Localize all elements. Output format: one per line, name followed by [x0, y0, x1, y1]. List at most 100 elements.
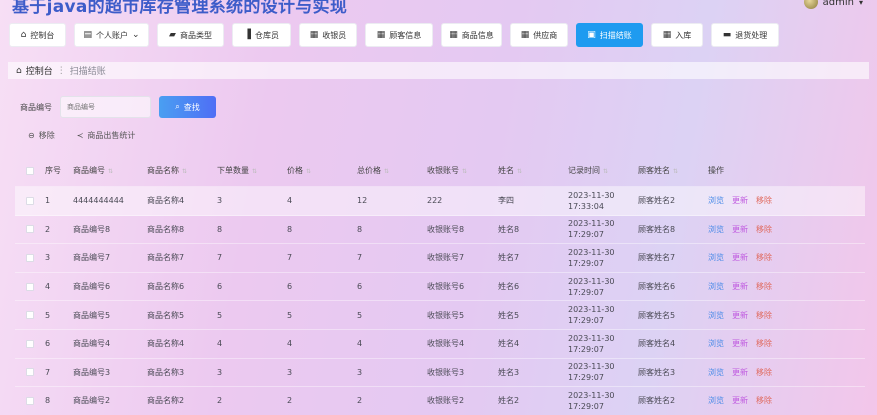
cell-name: 商品名称2	[147, 396, 185, 406]
cell-cust: 顾客姓名4	[638, 339, 676, 349]
update-button[interactable]: 更新	[732, 310, 748, 321]
header-acct[interactable]: 收银账号 ⇅	[427, 165, 498, 177]
row-checkbox[interactable]	[26, 339, 34, 348]
grid-icon: ▦	[309, 30, 319, 40]
delete-button[interactable]: 移除	[756, 195, 772, 206]
remove-button[interactable]: ⊖ 移除	[28, 130, 55, 141]
header-total[interactable]: 总价格 ⇅	[357, 165, 427, 177]
home-icon[interactable]: ⌂	[16, 66, 22, 76]
cell-no: 4	[45, 282, 51, 292]
delete-button[interactable]: 移除	[756, 281, 772, 292]
delete-button[interactable]: 移除	[756, 367, 772, 378]
update-button[interactable]: 更新	[732, 367, 748, 378]
row-checkbox[interactable]	[26, 253, 34, 262]
nav-product-type[interactable]: ▰ 商品类型	[157, 23, 224, 47]
cell-time: 2023-11-30 17:29:07	[568, 247, 615, 268]
search-input[interactable]	[60, 96, 151, 118]
cell-time: 2023-11-30 17:29:07	[568, 219, 615, 240]
view-button[interactable]: 浏览	[708, 367, 724, 378]
update-button[interactable]: 更新	[732, 252, 748, 263]
sort-icon: ⇅	[462, 167, 468, 175]
view-button[interactable]: 浏览	[708, 310, 724, 321]
nav-scan-checkout[interactable]: ▣ 扫描结账	[576, 23, 643, 47]
view-button[interactable]: 浏览	[708, 252, 724, 263]
update-button[interactable]: 更新	[732, 338, 748, 349]
nav-customer[interactable]: ▦ 顾客信息	[365, 23, 433, 47]
view-button[interactable]: 浏览	[708, 338, 724, 349]
cell-no: 5	[45, 310, 51, 320]
warehouse-icon: ▐	[244, 30, 251, 40]
nav-dashboard[interactable]: ⌂ 控制台	[9, 23, 66, 47]
cell-acct: 收银账号6	[427, 282, 465, 292]
row-checkbox[interactable]	[26, 196, 34, 205]
row-checkbox[interactable]	[26, 368, 34, 377]
nav-returns[interactable]: ▬ 退货处理	[711, 23, 779, 47]
nav-stock-in[interactable]: ▦ 入库	[651, 23, 703, 47]
home-icon: ⌂	[20, 30, 27, 40]
sort-icon: ⇅	[603, 167, 609, 175]
view-button[interactable]: 浏览	[708, 224, 724, 235]
user-menu[interactable]: admin ▾	[803, 0, 863, 9]
select-all-checkbox[interactable]	[26, 166, 34, 175]
table-row: 6 商品编号4 商品名称4 4 4 4 收银账号4 姓名4 2023-11-30 17:29:0…	[15, 330, 865, 359]
cell-time: 2023-11-30 17:33:04	[568, 190, 615, 211]
breadcrumb-current: 扫描结账	[69, 67, 106, 77]
cell-cust: 顾客姓名8	[638, 224, 676, 234]
row-checkbox[interactable]	[26, 396, 34, 405]
cell-uname: 姓名8	[498, 224, 520, 234]
header-price[interactable]: 价格 ⇅	[287, 165, 357, 177]
cell-uname: 姓名5	[498, 310, 520, 320]
user-name: admin	[822, 0, 854, 8]
cell-no: 3	[45, 253, 51, 263]
cell-cust: 顾客姓名7	[638, 253, 676, 263]
header-name[interactable]: 商品名称 ⇅	[147, 165, 217, 177]
nav-cashier[interactable]: ▦ 收银员	[299, 23, 357, 47]
nav-warehouse[interactable]: ▐ 仓库员	[232, 23, 291, 47]
breadcrumb-home[interactable]: 控制台	[26, 64, 53, 77]
header-qty[interactable]: 下单数量 ⇅	[217, 165, 287, 177]
cell-no: 8	[45, 396, 51, 406]
cell-total: 2	[357, 396, 363, 406]
delete-button[interactable]: 移除	[756, 338, 772, 349]
row-checkbox[interactable]	[26, 311, 34, 320]
nav-product-info[interactable]: ▦ 商品信息	[441, 23, 502, 47]
cell-no: 2	[45, 224, 51, 234]
delete-button[interactable]: 移除	[756, 252, 772, 263]
cell-code: 商品编号6	[73, 282, 111, 292]
grid-icon: ▦	[662, 30, 672, 40]
cell-code: 商品编号3	[73, 367, 111, 377]
row-checkbox[interactable]	[26, 282, 34, 291]
table-row: 5 商品编号5 商品名称5 5 5 5 收银账号5 姓名5 2023-11-30 17:29:0…	[15, 301, 865, 330]
cell-name: 商品名称8	[147, 224, 185, 234]
update-button[interactable]: 更新	[732, 395, 748, 406]
search-label: 商品编号	[20, 102, 52, 112]
view-button[interactable]: 浏览	[708, 281, 724, 292]
grid-icon: ▦	[449, 30, 458, 40]
cell-qty: 5	[217, 310, 223, 320]
view-button[interactable]: 浏览	[708, 195, 724, 206]
header-uname[interactable]: 姓名 ⇅	[498, 165, 568, 177]
nav-supplier[interactable]: ▦ 供应商	[510, 23, 568, 47]
cell-total: 8	[357, 224, 363, 234]
cell-total: 7	[357, 253, 363, 263]
delete-button[interactable]: 移除	[756, 224, 772, 235]
header-cust[interactable]: 顾客姓名 ⇅	[638, 165, 708, 177]
cell-acct: 222	[427, 196, 443, 206]
delete-button[interactable]: 移除	[756, 310, 772, 321]
header-time[interactable]: 记录时间 ⇅	[568, 165, 638, 177]
update-button[interactable]: 更新	[732, 195, 748, 206]
row-checkbox[interactable]	[26, 225, 34, 234]
cell-acct: 收银账号4	[427, 339, 465, 349]
share-icon: ≺	[76, 131, 84, 140]
header-code[interactable]: 商品编号 ⇅	[73, 165, 147, 177]
search-button[interactable]: ⌕ 查找	[159, 96, 216, 118]
update-button[interactable]: 更新	[732, 281, 748, 292]
sales-stats-button[interactable]: ≺ 商品出售统计	[77, 130, 136, 141]
update-button[interactable]: 更新	[732, 224, 748, 235]
delete-button[interactable]: 移除	[756, 395, 772, 406]
cell-price: 3	[287, 367, 293, 377]
cell-cust: 顾客姓名2	[638, 396, 676, 406]
search-icon: ⌕	[175, 102, 180, 111]
view-button[interactable]: 浏览	[708, 395, 724, 406]
nav-account[interactable]: ▤ 个人账户 ⌄	[74, 23, 149, 47]
